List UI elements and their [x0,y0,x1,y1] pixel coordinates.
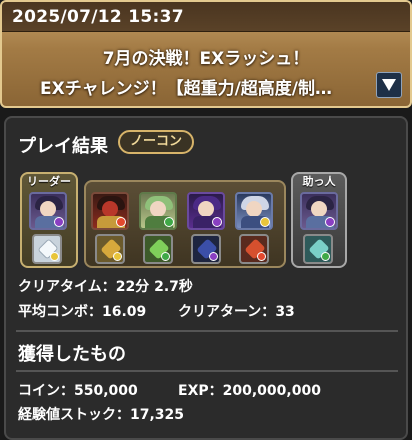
rewards-title: 獲得したもの [18,344,126,365]
clear-time-value: 22分 2.7秒 [115,279,193,295]
clear-turn-value: 33 [275,304,295,320]
clear-turn-label: クリアターン： [178,304,276,320]
wood-orb-icon [161,252,170,261]
date-bar: 2025/07/12 15:37 [2,2,410,32]
play-result-panel: プレイ結果 ノーコン リーダー 助っ人 クリアタイム：22分 2.7秒 平均コン… [4,116,408,440]
clear-datetime: 2025/07/12 15:37 [12,7,184,27]
sub-monster-3-icon[interactable] [187,192,225,230]
dark-orb-icon [209,252,218,261]
exp-stock-value: 17,325 [130,407,185,423]
dark-orb-icon [212,217,222,227]
avg-combo-row: 平均コンボ：16.09 [18,301,146,321]
exp-label: EXP： [178,383,223,399]
clear-turn-row: クリアターン：33 [178,301,295,321]
leader-label: リーダー [27,175,71,188]
no-continue-badge: ノーコン [118,130,195,154]
dungeon-title-line1: 7月の決戦！EXラッシュ！ [102,49,310,69]
dark-orb-icon [54,217,64,227]
avg-combo-label: 平均コンボ： [18,304,102,320]
triangle-down-icon [382,79,396,91]
clear-time-row: クリアタイム：22分 2.7秒 [18,276,193,296]
wood-orb-icon [321,252,330,261]
helper-monster-icon[interactable] [300,192,338,230]
exp-stock-label: 経験値ストック： [18,407,130,423]
sub-monster-1-icon[interactable] [91,192,129,230]
play-result-title: プレイ結果 [18,136,108,157]
helper-label: 助っ人 [302,175,336,188]
sub-2-assist-icon[interactable] [143,234,173,264]
dungeon-title-line2: EXチャレンジ！【超重力/超高度/制… [40,79,332,99]
leader-slot: リーダー [20,172,78,268]
light-orb-icon [50,252,59,261]
section-divider [16,370,398,372]
fire-orb-icon [257,252,266,261]
coin-label: コイン： [18,383,74,399]
expand-toggle-button[interactable] [376,72,402,98]
sub-3-assist-icon[interactable] [191,234,221,264]
light-orb-icon [113,252,122,261]
avg-combo-value: 16.09 [102,304,147,320]
coin-value: 550,000 [74,383,138,399]
fire-orb-icon [116,217,126,227]
sub-monster-2-icon[interactable] [139,192,177,230]
clear-time-label: クリアタイム： [18,279,116,295]
coin-row: コイン：550,000 [18,380,138,400]
dark-orb-icon [325,217,335,227]
helper-slot: 助っ人 [291,172,347,268]
section-divider [16,330,398,332]
sub-monsters-frame [84,180,286,268]
light-orb-icon [260,217,270,227]
wood-orb-icon [164,217,174,227]
exp-stock-row: 経験値ストック：17,325 [18,404,184,424]
sub-1-assist-icon[interactable] [95,234,125,264]
exp-value: 200,000,000 [222,383,321,399]
helper-assist-icon[interactable] [303,234,333,264]
sub-monster-4-icon[interactable] [235,192,273,230]
leader-monster-icon[interactable] [29,192,67,230]
leader-assist-icon[interactable] [32,234,62,264]
sub-4-assist-icon[interactable] [239,234,269,264]
dungeon-banner: 2025/07/12 15:37 7月の決戦！EXラッシュ！ EXチャレンジ！【… [0,0,412,108]
exp-row: EXP：200,000,000 [178,380,321,400]
